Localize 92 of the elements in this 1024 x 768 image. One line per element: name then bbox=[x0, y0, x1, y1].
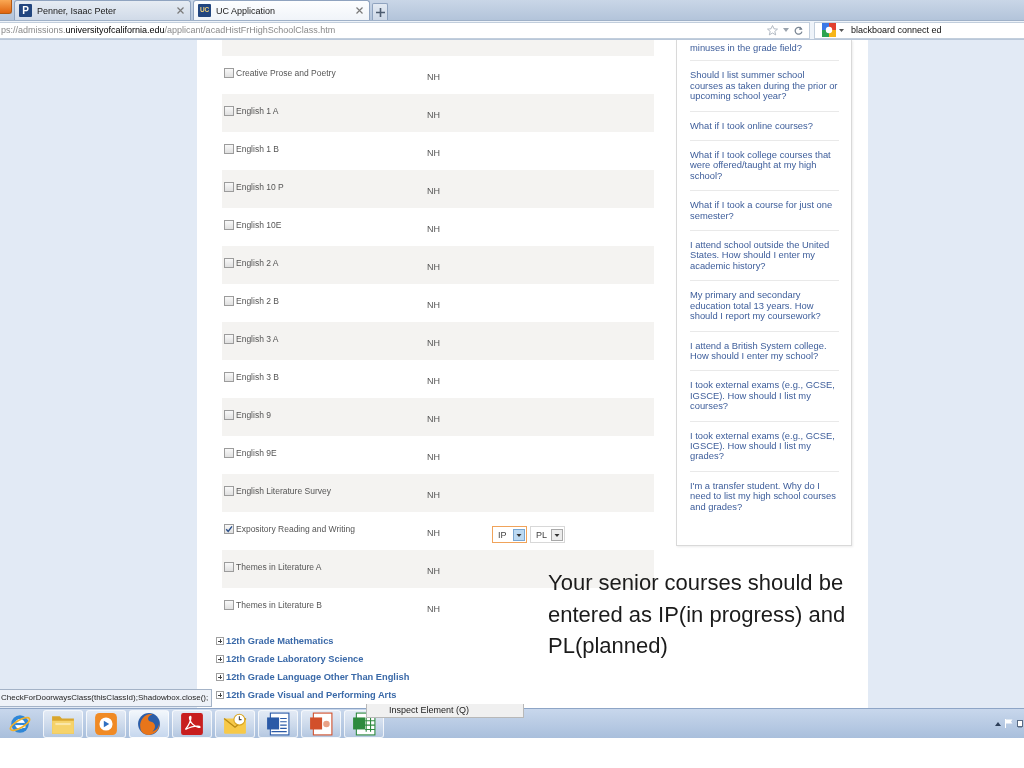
address-field[interactable]: ps://admissions.universityofcalifornia.edu/applicant/acadHistFrHighSchoolClass.htm bbox=[0, 21, 810, 39]
checkbox[interactable] bbox=[224, 448, 234, 458]
checkbox[interactable] bbox=[224, 562, 234, 572]
status-tooltip: CheckForDoorwaysClass(thisClassId);Shadowbox.close(); bbox=[0, 689, 213, 707]
faq-link[interactable]: What if I took college courses that were offered/taught at my high school? bbox=[690, 150, 839, 182]
grade-text: NH bbox=[427, 148, 441, 158]
checkbox[interactable] bbox=[224, 144, 234, 154]
course-name: English 10E bbox=[236, 220, 283, 230]
faq-link[interactable]: What if I took a course for just one semester? bbox=[690, 200, 839, 222]
course-name: English Literature Survey bbox=[236, 486, 332, 496]
checkbox[interactable] bbox=[224, 68, 234, 78]
globe-icon bbox=[137, 711, 161, 736]
taskbar-button[interactable] bbox=[258, 709, 298, 738]
course-name: Themes in Literature A bbox=[236, 562, 323, 572]
reload-icon[interactable] bbox=[794, 25, 803, 35]
grade-text: NH bbox=[427, 452, 441, 462]
faq-link[interactable]: minuses in the grade field? bbox=[690, 43, 839, 54]
grade-text: NH bbox=[427, 262, 441, 272]
course-name: Themes in Literature B bbox=[236, 600, 323, 610]
grade-text: NH bbox=[427, 376, 441, 386]
course-name: English 9E bbox=[236, 448, 278, 458]
envelope-icon bbox=[223, 711, 247, 736]
grade-text: NH bbox=[427, 224, 441, 234]
plus-icon bbox=[375, 7, 385, 17]
faq-link[interactable]: I attend school outside the United States. How should I enter my academic history? bbox=[690, 240, 839, 272]
star-icon[interactable] bbox=[767, 24, 778, 36]
colored-tile-icon bbox=[822, 23, 836, 37]
course-name: English 2 A bbox=[236, 258, 280, 268]
pdf-icon bbox=[180, 711, 204, 736]
faq-link[interactable]: I attend a British System college. How should I enter my school? bbox=[690, 340, 839, 362]
grade-text: NH bbox=[427, 490, 441, 500]
checkbox[interactable] bbox=[224, 600, 234, 610]
grade-text: NH bbox=[427, 300, 441, 310]
status-select[interactable]: PL bbox=[530, 526, 565, 543]
grade-text: NH bbox=[427, 110, 441, 120]
status-select[interactable]: IP bbox=[492, 526, 527, 543]
monitor-icon[interactable] bbox=[1017, 719, 1023, 728]
course-name: English 3 A bbox=[236, 334, 280, 344]
taskbar-button[interactable] bbox=[172, 709, 212, 738]
annotation-text: Your senior courses should be entered as IP(in progress) and PL(planned) bbox=[548, 569, 847, 660]
flag-icon[interactable] bbox=[1005, 719, 1013, 728]
course-name: English 2 B bbox=[236, 296, 280, 306]
course-name: English 9 bbox=[236, 410, 272, 420]
app-menu-button[interactable] bbox=[0, 0, 12, 14]
course-name: English 10 P bbox=[236, 182, 285, 192]
course-name: English 1 A bbox=[236, 106, 280, 116]
course-name: English 3 B bbox=[236, 372, 280, 382]
taskbar-button[interactable] bbox=[129, 709, 169, 738]
grade-text: NH bbox=[427, 604, 441, 614]
new-tab-button[interactable] bbox=[372, 3, 388, 20]
grade-text: NH bbox=[427, 566, 441, 576]
grade-text: NH bbox=[427, 528, 441, 538]
grade-text: NH bbox=[427, 338, 441, 348]
document-icon bbox=[266, 711, 290, 736]
grade-text: NH bbox=[427, 186, 441, 196]
course-name: English 1 B bbox=[236, 144, 280, 154]
checkbox[interactable] bbox=[224, 220, 234, 230]
faq-link[interactable]: Should I list summer school courses as taken during the prior or upcoming school year? bbox=[690, 70, 839, 102]
checkbox[interactable] bbox=[224, 486, 234, 496]
media-player-icon bbox=[94, 711, 118, 736]
dropdown-arrow-icon[interactable] bbox=[783, 28, 789, 32]
checkbox[interactable] bbox=[224, 258, 234, 268]
taskbar-button[interactable] bbox=[301, 709, 341, 738]
section-link[interactable]: 12th Grade Mathematics bbox=[216, 632, 334, 650]
section-link[interactable]: 12th Grade Laboratory Science bbox=[216, 650, 364, 668]
course-name: Creative Prose and Poetry bbox=[236, 68, 337, 78]
checkbox[interactable] bbox=[224, 334, 234, 344]
up-arrow-icon[interactable] bbox=[995, 721, 1001, 726]
faq-link[interactable]: I took external exams (e.g., GCSE, IGSCE). How should I list my courses? bbox=[690, 380, 839, 412]
section-link[interactable]: 12th Grade Language Other Than English bbox=[216, 668, 410, 686]
tab-favicon: P bbox=[19, 4, 32, 17]
faq-link[interactable]: What if I took online courses? bbox=[690, 120, 839, 132]
checkbox[interactable] bbox=[224, 372, 234, 382]
section-link[interactable]: 12th Grade Visual and Performing Arts bbox=[216, 686, 397, 704]
checkbox[interactable] bbox=[224, 296, 234, 306]
presentation-icon bbox=[309, 711, 333, 736]
context-menu-item[interactable]: Inspect Element (Q) bbox=[366, 704, 524, 718]
search-field[interactable]: blackboard connect ed bbox=[814, 21, 1024, 39]
close-icon[interactable] bbox=[356, 7, 363, 14]
caret-icon[interactable] bbox=[839, 28, 844, 32]
checkbox[interactable] bbox=[224, 182, 234, 192]
grade-text: NH bbox=[427, 414, 441, 424]
course-name: Expository Reading and Writing bbox=[236, 524, 356, 534]
grade-text: NH bbox=[427, 72, 441, 82]
faq-link[interactable]: I took external exams (e.g., GCSE, IGSCE). How should I list my grades? bbox=[690, 430, 839, 462]
checkbox[interactable] bbox=[224, 106, 234, 116]
checkbox[interactable] bbox=[224, 524, 234, 534]
faq-link[interactable]: I'm a transfer student. Why do I need to list my high school courses and grades? bbox=[690, 480, 839, 512]
browser-tab[interactable]: P Penner, Isaac Peter bbox=[14, 0, 191, 20]
close-icon[interactable] bbox=[177, 7, 184, 14]
faq-link[interactable]: My primary and secondary education total 13 years. How should I report my coursework? bbox=[690, 290, 839, 322]
checkbox[interactable] bbox=[224, 410, 234, 420]
